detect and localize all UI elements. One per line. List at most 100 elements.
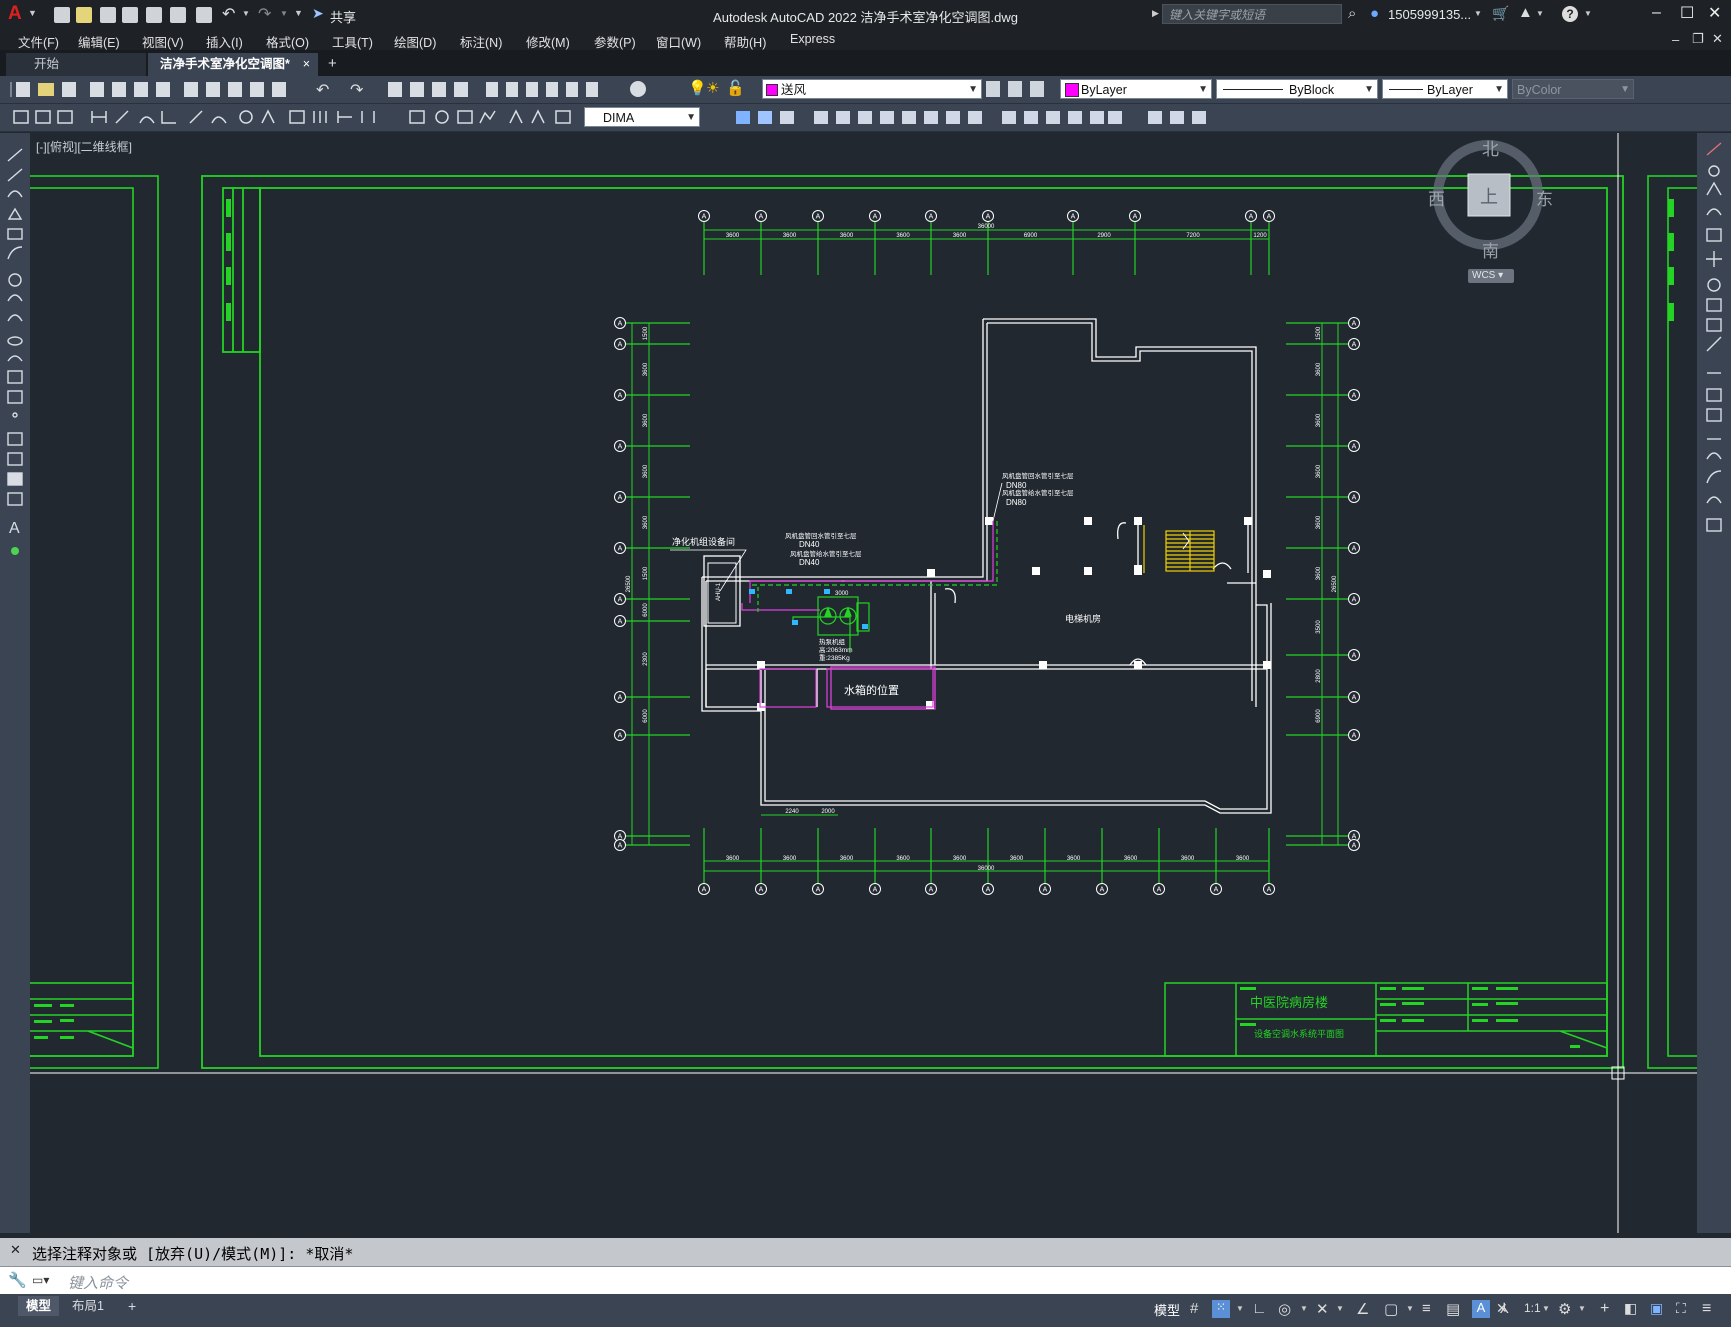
add-tab-button[interactable]: + xyxy=(320,53,348,76)
polar-icon[interactable]: ◎ xyxy=(1278,1300,1296,1318)
command-line[interactable]: 🔧 ▭▾ 键入命令 xyxy=(0,1266,1731,1295)
linetype-dropdown[interactable]: ByBlock ▼ xyxy=(1216,79,1378,99)
clean-screen-icon[interactable]: ⛶ xyxy=(1676,1300,1694,1318)
new-file-icon[interactable] xyxy=(54,7,70,23)
close-window-icon[interactable]: ✕ xyxy=(1708,3,1721,23)
undo-icon[interactable]: ↶ xyxy=(222,4,235,24)
customize-icon[interactable]: 🔧 xyxy=(8,1271,27,1289)
app-menu-chevron-icon[interactable]: ▼ xyxy=(28,8,37,18)
modify-tool-icons[interactable] xyxy=(1697,133,1731,553)
command-input[interactable]: 键入命令 xyxy=(68,1272,128,1293)
cart-icon[interactable]: 🛒 xyxy=(1492,5,1509,22)
doc-restore-icon[interactable]: ❐ xyxy=(1692,31,1704,47)
lineweight-icon[interactable]: ≡ xyxy=(1422,1300,1440,1318)
menu-edit[interactable]: 编辑(E) xyxy=(78,32,120,51)
object-snap-icon[interactable]: ▢ xyxy=(1384,1300,1402,1318)
color-dropdown[interactable]: ByLayer ▼ xyxy=(1060,79,1212,99)
add-layout-button[interactable]: + xyxy=(120,1296,144,1316)
menu-window[interactable]: 窗口(W) xyxy=(656,32,701,51)
save-icon[interactable] xyxy=(100,7,116,23)
transparency-icon[interactable]: ▤ xyxy=(1446,1300,1464,1318)
model-space-button[interactable]: 模型 xyxy=(1154,1300,1180,1319)
wcs-menu[interactable]: WCS ▾ xyxy=(1468,269,1514,283)
snap-icon[interactable]: ⁙ xyxy=(1212,1300,1230,1318)
redo-icon[interactable]: ↷ xyxy=(258,4,271,24)
object-snap-tracking-icon[interactable]: ∠ xyxy=(1356,1300,1374,1318)
tab-model[interactable]: 模型 xyxy=(18,1296,60,1316)
redo-chevron-icon[interactable]: ▼ xyxy=(280,9,288,18)
tab-start[interactable]: 开始 xyxy=(6,53,146,76)
search-icon[interactable]: ⌕ xyxy=(1348,5,1356,22)
save-as-icon[interactable] xyxy=(122,7,138,23)
menu-format[interactable]: 格式(O) xyxy=(266,32,309,51)
maximize-icon[interactable]: ☐ xyxy=(1680,3,1694,23)
save-web-icon[interactable] xyxy=(170,7,186,23)
plotstyle-dropdown[interactable]: ByColor ▼ xyxy=(1512,79,1634,99)
undo-chevron-icon[interactable]: ▼ xyxy=(242,9,250,18)
search-input[interactable]: 键入关键字或短语 xyxy=(1162,4,1342,24)
menu-draw[interactable]: 绘图(D) xyxy=(394,32,436,51)
viewcube-west[interactable]: 西 xyxy=(1428,185,1445,210)
menu-parametric[interactable]: 参数(P) xyxy=(594,32,636,51)
autodesk-app-chevron-icon[interactable]: ▼ xyxy=(1536,9,1544,18)
viewcube-north[interactable]: 北 xyxy=(1482,135,1499,160)
annotation-scale-value[interactable]: 1:1 xyxy=(1524,1301,1541,1315)
user-name[interactable]: 1505999135... xyxy=(1388,7,1471,22)
tab-layout1[interactable]: 布局1 xyxy=(64,1296,112,1316)
annotation-visibility-icon[interactable]: A xyxy=(1472,1300,1490,1318)
isolate-objects-icon[interactable]: ◧ xyxy=(1624,1300,1642,1318)
command-close-icon[interactable]: ✕ xyxy=(10,1242,21,1258)
layer-on-icon[interactable]: 💡 xyxy=(688,79,707,97)
viewcube-south[interactable]: 南 xyxy=(1482,237,1499,262)
help-icon[interactable]: ? xyxy=(1562,6,1578,22)
ortho-icon[interactable]: ∟ xyxy=(1252,1300,1270,1318)
autodesk-app-icon[interactable]: ▲ xyxy=(1518,4,1533,21)
tab-close-icon[interactable]: × xyxy=(303,53,310,75)
layer-lock-icon[interactable]: 🔓 xyxy=(726,79,745,97)
hardware-acceleration-icon[interactable]: ▣ xyxy=(1650,1300,1668,1318)
workspace-chevron-icon[interactable]: ▼ xyxy=(1578,1304,1596,1322)
annotation-scale-icon[interactable]: ⅄ xyxy=(1500,1300,1518,1318)
tab-drawing-active[interactable]: 洁净手术室净化空调图* × xyxy=(148,53,318,76)
doc-close-icon[interactable]: ✕ xyxy=(1712,31,1723,47)
workspace-gear-icon[interactable]: ⚙ xyxy=(1558,1300,1576,1318)
dimension-style-dropdown[interactable]: DIMA ▼ xyxy=(584,107,700,127)
viewcube-top-face[interactable]: 上 xyxy=(1480,183,1498,209)
draw-tool-icons[interactable]: A xyxy=(0,133,30,593)
lineweight-dropdown[interactable]: ByLayer ▼ xyxy=(1382,79,1508,99)
annotation-monitor-icon[interactable]: + xyxy=(1600,1300,1618,1318)
layer-tools-icons[interactable] xyxy=(986,81,1046,97)
plot-icon[interactable] xyxy=(196,7,212,23)
share-icon[interactable]: ➤ xyxy=(312,5,324,22)
minimize-icon[interactable]: – xyxy=(1652,4,1661,22)
layer-state-icons[interactable]: 💡 ☀ 🔓 xyxy=(660,79,745,97)
menu-tools[interactable]: 工具(T) xyxy=(332,32,373,51)
grid-icon[interactable]: # xyxy=(1190,1300,1208,1318)
app-logo[interactable]: A xyxy=(8,3,22,25)
menu-help[interactable]: 帮助(H) xyxy=(724,32,766,51)
viewcube[interactable]: 北 南 西 东 上 WCS ▾ xyxy=(1400,133,1560,303)
user-chevron-icon[interactable]: ▼ xyxy=(1474,9,1482,18)
drawing-canvas[interactable]: [-][俯视][二维线框] 中医院病房楼 设备空调水系统平面图 3600 360… xyxy=(30,133,1697,1233)
menu-file[interactable]: 文件(F) xyxy=(18,32,59,51)
customization-icon[interactable]: ≡ xyxy=(1702,1300,1720,1318)
layer-dropdown[interactable]: 送风 ▼ xyxy=(762,79,982,99)
menu-view[interactable]: 视图(V) xyxy=(142,32,184,51)
share-button[interactable]: 共享 xyxy=(330,7,356,26)
customize-qat-icon[interactable]: ▼ xyxy=(294,8,303,18)
open-file-icon[interactable] xyxy=(76,7,92,23)
isodraft-icon[interactable]: ✕ xyxy=(1316,1300,1334,1318)
menu-modify[interactable]: 修改(M) xyxy=(526,32,570,51)
isodraft-chevron-icon[interactable]: ▼ xyxy=(1336,1304,1354,1322)
menu-dimension[interactable]: 标注(N) xyxy=(460,32,502,51)
user-icon[interactable]: ● xyxy=(1370,5,1379,22)
viewcube-east[interactable]: 东 xyxy=(1536,185,1553,210)
help-chevron-icon[interactable]: ▼ xyxy=(1584,9,1592,18)
recent-commands-icon[interactable]: ▭▾ xyxy=(32,1273,49,1287)
search-expand-icon[interactable]: ▶ xyxy=(1152,8,1159,19)
open-web-icon[interactable] xyxy=(146,7,162,23)
layer-freeze-icon[interactable]: ☀ xyxy=(706,79,719,97)
menu-express[interactable]: Express xyxy=(790,32,835,46)
doc-minimize-icon[interactable]: – xyxy=(1672,32,1679,47)
menu-insert[interactable]: 插入(I) xyxy=(206,32,243,51)
